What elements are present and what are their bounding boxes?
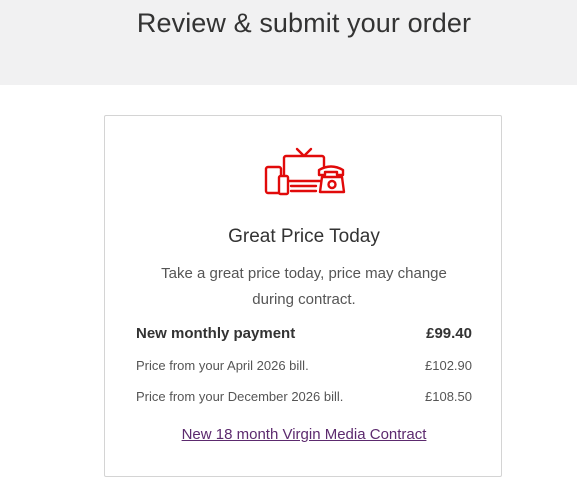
monthly-payment-label: New monthly payment bbox=[136, 325, 296, 342]
contract-link[interactable]: New 18 month Virgin Media Contract bbox=[105, 426, 503, 443]
price-change-value: £108.50 bbox=[425, 389, 472, 404]
card-description: Take a great price today, price may chan… bbox=[161, 265, 447, 308]
monthly-payment-row: New monthly payment £99.40 bbox=[136, 325, 472, 342]
price-change-label: Price from your December 2026 bill. bbox=[136, 389, 344, 404]
price-change-label: Price from your April 2026 bill. bbox=[136, 358, 309, 373]
price-change-row: Price from your December 2026 bill. £108… bbox=[136, 389, 472, 404]
price-summary-card: Great Price Today Take a great price tod… bbox=[104, 115, 502, 477]
price-change-row: Price from your April 2026 bill. £102.90 bbox=[136, 358, 472, 373]
devices-icon bbox=[264, 147, 346, 196]
price-change-value: £102.90 bbox=[425, 358, 472, 373]
card-title: Great Price Today bbox=[228, 226, 380, 247]
monthly-payment-value: £99.40 bbox=[426, 325, 472, 342]
page-title: Review & submit your order bbox=[136, 8, 472, 38]
page-header: Review & submit your order bbox=[0, 0, 577, 85]
